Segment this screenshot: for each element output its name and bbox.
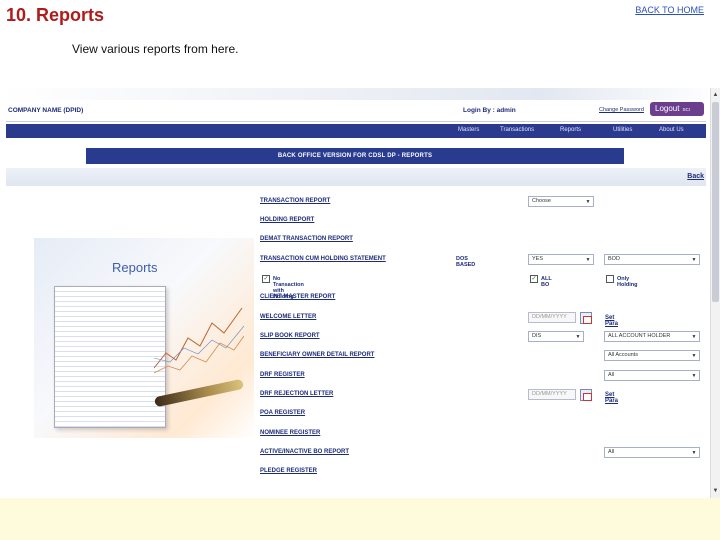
transaction-holding-statement-link[interactable]: TRANSACTION CUM HOLDING STATEMENT	[260, 256, 386, 262]
chevron-down-icon: ▼	[691, 353, 697, 359]
back-band: Back	[6, 168, 706, 186]
only-holding-label: Only Holding	[617, 276, 638, 288]
pen-image	[153, 378, 245, 408]
drf-register-select[interactable]: All ▼	[604, 370, 700, 381]
illustration-label: Reports	[112, 260, 158, 275]
drf-rejection-letter-link[interactable]: DRF REJECTION LETTER	[260, 391, 333, 397]
scroll-up-icon[interactable]: ▲	[711, 90, 720, 100]
calendar-icon[interactable]	[580, 312, 592, 324]
select-value: All Accounts	[608, 352, 638, 358]
select-value: DIS	[532, 333, 542, 339]
select-value: Choose	[532, 198, 551, 204]
welcome-set-para-link[interactable]: Set Para	[605, 315, 618, 327]
select-value: YES	[532, 256, 544, 262]
logout-button[interactable]: Logout SCI	[650, 102, 704, 116]
menu-reports[interactable]: Reports	[560, 127, 581, 133]
chevron-down-icon: ▼	[691, 450, 697, 456]
dos-based-label: DOS BASED	[456, 256, 476, 268]
chevron-down-icon: ▼	[585, 257, 591, 263]
bo-status-select[interactable]: All ▼	[604, 447, 700, 458]
demat-transaction-report-link[interactable]: DEMAT TRANSACTION REPORT	[260, 236, 353, 242]
select-value: ALL ACCOUNT HOLDER	[608, 333, 671, 339]
scrollbar-thumb[interactable]	[712, 102, 719, 302]
all-bo-label: ALL BO	[541, 276, 552, 288]
select-value: All	[608, 372, 615, 378]
back-to-home-link[interactable]: BACK TO HOME	[635, 5, 704, 15]
menu-utilities[interactable]: Utilities	[613, 127, 632, 133]
chevron-down-icon: ▼	[691, 334, 697, 340]
reports-illustration: Reports	[34, 238, 254, 438]
browser-top-strip	[0, 88, 720, 100]
select-value: BOD	[608, 256, 620, 262]
change-password-link[interactable]: Change Password	[599, 107, 644, 113]
report-sheet-image	[54, 286, 166, 428]
no-transaction-checkbox[interactable]: ✓	[262, 275, 270, 283]
back-link[interactable]: Back	[687, 173, 704, 180]
welcome-date-input[interactable]: DD/MM/YYYY	[528, 312, 576, 323]
app-header: COMPANY NAME (DPID) Login By : admin Cha…	[6, 100, 706, 122]
graph-lines-image	[154, 307, 244, 374]
logout-label: Logout	[655, 104, 680, 113]
nominee-register-link[interactable]: NOMINEE REGISTER	[260, 430, 320, 436]
slip-book-report-link[interactable]: SLIP BOOK REPORT	[260, 333, 320, 339]
all-bo-checkbox[interactable]: ✓	[530, 275, 538, 283]
welcome-letter-link[interactable]: WELCOME LETTER	[260, 314, 316, 320]
login-info: Login By : admin	[463, 107, 516, 114]
company-name: COMPANY NAME (DPID)	[8, 107, 84, 114]
statement-period-select[interactable]: BOD ▼	[604, 254, 700, 265]
slide-footer	[0, 498, 720, 540]
beneficiary-owner-report-link[interactable]: BENEFICIARY OWNER DETAIL REPORT	[260, 352, 374, 358]
menu-about-us[interactable]: About Us	[659, 127, 684, 133]
account-holder-select[interactable]: ALL ACCOUNT HOLDER ▼	[604, 331, 700, 342]
chevron-down-icon: ▼	[585, 199, 591, 205]
rejection-set-para-link[interactable]: Set Para	[605, 392, 618, 404]
drf-register-link[interactable]: DRF REGISTER	[260, 372, 305, 378]
slide-subtitle: View various reports from here.	[72, 42, 239, 56]
only-holding-checkbox[interactable]	[606, 275, 614, 283]
app-screenshot: COMPANY NAME (DPID) Login By : admin Cha…	[0, 88, 720, 498]
select-value: All	[608, 449, 615, 455]
vertical-scrollbar[interactable]: ▲ ▼	[710, 88, 720, 498]
chevron-down-icon: ▼	[691, 257, 697, 263]
scroll-down-icon[interactable]: ▼	[711, 486, 720, 496]
main-menu: Masters Transactions Reports Utilities A…	[6, 124, 706, 138]
rejection-date-input[interactable]: DD/MM/YYYY	[528, 389, 576, 400]
chevron-down-icon: ▼	[575, 334, 581, 340]
poa-register-link[interactable]: POA REGISTER	[260, 410, 305, 416]
transaction-report-select[interactable]: Choose ▼	[528, 196, 594, 207]
slip-type-select[interactable]: DIS ▼	[528, 331, 584, 342]
logout-suffix: SCI	[682, 107, 690, 112]
menu-transactions[interactable]: Transactions	[500, 127, 534, 133]
menu-masters[interactable]: Masters	[458, 127, 479, 133]
statement-option-select[interactable]: YES ▼	[528, 254, 594, 265]
page-banner: BACK OFFICE VERSION FOR CDSL DP - REPORT…	[86, 148, 624, 164]
active-inactive-bo-report-link[interactable]: ACTIVE/INACTIVE BO REPORT	[260, 449, 349, 455]
chevron-down-icon: ▼	[691, 373, 697, 379]
accounts-select[interactable]: All Accounts ▼	[604, 350, 700, 361]
holding-report-link[interactable]: HOLDING REPORT	[260, 217, 314, 223]
transaction-report-link[interactable]: TRANSACTION REPORT	[260, 198, 330, 204]
pledge-register-link[interactable]: PLEDGE REGISTER	[260, 468, 317, 474]
calendar-icon[interactable]	[580, 389, 592, 401]
client-master-report-link[interactable]: CLIENT MASTER REPORT	[260, 294, 335, 300]
slide-title: 10. Reports	[6, 5, 105, 25]
